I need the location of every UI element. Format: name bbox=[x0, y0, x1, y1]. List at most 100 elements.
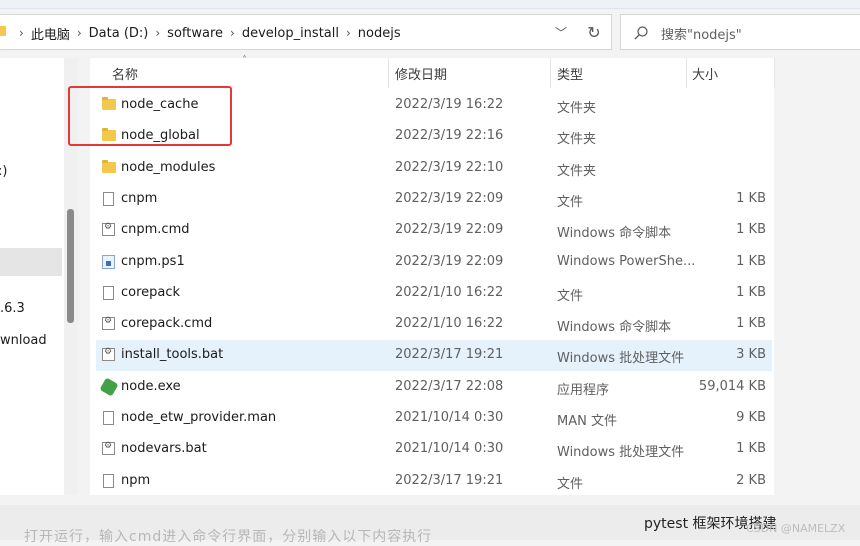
breadcrumb-develop-install[interactable]: develop_install bbox=[242, 26, 339, 41]
folder-icon bbox=[102, 97, 116, 110]
file-type: 文件 bbox=[557, 476, 584, 492]
folder-icon bbox=[102, 159, 116, 173]
file-icon bbox=[103, 411, 114, 425]
nav-item-selected[interactable] bbox=[0, 248, 62, 276]
chevron-right-icon: › bbox=[155, 26, 161, 40]
file-modified-date: 2022/3/19 22:09 bbox=[395, 222, 504, 238]
file-modified-date: 2021/10/14 0:30 bbox=[395, 441, 504, 457]
column-divider[interactable] bbox=[550, 58, 551, 88]
column-header-size[interactable]: 大小 bbox=[692, 58, 762, 88]
file-row[interactable]: node_modules 2022/3/19 22:10 文件夹 bbox=[96, 153, 772, 184]
column-header-type[interactable]: 类型 bbox=[557, 58, 677, 88]
watermark: CSDN @NAMELZX bbox=[746, 522, 846, 535]
file-type: 文件夹 bbox=[557, 132, 597, 148]
column-header-name[interactable]: 名称 bbox=[112, 58, 382, 88]
file-type: 应用程序 bbox=[557, 382, 610, 398]
file-name: cnpm.cmd bbox=[121, 222, 190, 238]
batch-file-icon bbox=[102, 441, 115, 456]
file-type: MAN 文件 bbox=[557, 414, 617, 429]
search-box[interactable]: 搜索"nodejs" bbox=[620, 14, 860, 50]
column-header-modified-label: 修改日期 bbox=[395, 67, 448, 83]
file-name: cnpm.ps1 bbox=[121, 253, 185, 269]
window-top-strip bbox=[0, 0, 860, 9]
chevron-down-icon: ﹀ bbox=[554, 25, 567, 40]
nav-scrollbar-thumb[interactable] bbox=[67, 209, 74, 323]
file-size: 9 KB bbox=[736, 410, 766, 425]
file-size: 1 KB bbox=[736, 441, 766, 457]
file-size: 1 KB bbox=[736, 316, 766, 332]
file-name: node_cache bbox=[121, 97, 199, 112]
file-type: 文件 bbox=[557, 288, 584, 304]
column-header-type-label: 类型 bbox=[557, 67, 584, 83]
file-row[interactable]: install_tools.bat 2022/3/17 19:21 Windows … bbox=[96, 340, 772, 372]
file-row[interactable]: nodevars.bat 2021/10/14 0:30 Windows 批处理文件… bbox=[96, 434, 772, 465]
nav-item-version[interactable]: .6.3 bbox=[0, 301, 25, 316]
file-name: node_etw_provider.man bbox=[121, 410, 277, 425]
file-type: 文件 bbox=[557, 194, 584, 210]
file-type: 文件夹 bbox=[557, 101, 597, 116]
file-size: 2 KB bbox=[736, 472, 766, 488]
file-size: 1 KB bbox=[736, 253, 766, 269]
file-type: 文件夹 bbox=[557, 163, 597, 179]
file-name: corepack.cmd bbox=[121, 316, 213, 332]
address-history-dropdown[interactable]: ﹀ bbox=[552, 23, 570, 41]
file-icon bbox=[103, 191, 114, 206]
file-row[interactable]: corepack 2022/1/10 16:22 文件 1 KB bbox=[96, 278, 772, 309]
file-name: node_global bbox=[121, 128, 200, 144]
file-modified-date: 2022/3/19 22:10 bbox=[395, 159, 504, 175]
file-type: Windows 批处理文件 bbox=[557, 445, 685, 461]
file-name: node.exe bbox=[121, 378, 181, 394]
chevron-right-icon: › bbox=[19, 26, 24, 40]
file-type: Windows 命令脚本 bbox=[557, 320, 672, 336]
column-divider[interactable] bbox=[774, 58, 775, 88]
cmd-script-icon bbox=[102, 222, 115, 237]
nav-item-download[interactable]: wnload bbox=[0, 333, 47, 348]
file-size: 1 KB bbox=[736, 284, 766, 300]
breadcrumb-software[interactable]: software bbox=[167, 26, 223, 41]
column-header-modified[interactable]: 修改日期 bbox=[395, 58, 545, 88]
powershell-script-icon bbox=[102, 254, 115, 269]
file-size: 1 KB bbox=[736, 222, 766, 238]
file-name: nodevars.bat bbox=[121, 441, 207, 457]
nav-item-drive[interactable]: :) bbox=[0, 164, 7, 179]
search-input[interactable]: 搜索"nodejs" bbox=[661, 24, 742, 43]
nodejs-exe-icon bbox=[99, 377, 119, 397]
file-row[interactable]: node_etw_provider.man 2021/10/14 0:30 MAN … bbox=[96, 403, 772, 434]
file-name: install_tools.bat bbox=[121, 347, 224, 363]
search-icon bbox=[634, 26, 648, 40]
file-row[interactable]: cnpm.cmd 2022/3/19 22:09 Windows 命令脚本 1 KB bbox=[96, 215, 772, 246]
file-row[interactable]: npm 2022/3/17 19:21 文件 2 KB bbox=[96, 466, 772, 497]
file-modified-date: 2022/1/10 16:22 bbox=[395, 284, 504, 300]
address-bar[interactable]: › 此电脑 › Data (D:) › software › develop_i… bbox=[0, 14, 612, 50]
refresh-button[interactable]: ↻ bbox=[584, 23, 604, 42]
folder-icon bbox=[102, 128, 116, 142]
file-name: corepack bbox=[121, 284, 181, 300]
breadcrumb-data-drive[interactable]: Data (D:) bbox=[89, 26, 149, 41]
blurred-article-text: 打开运行，输入cmd进入命令行界面，分别输入以下内容执行 bbox=[24, 529, 433, 545]
file-modified-date: 2022/3/17 19:21 bbox=[395, 472, 504, 488]
file-row[interactable]: node.exe 2022/3/17 22:08 应用程序 59,014 KB bbox=[96, 372, 772, 403]
file-row[interactable]: cnpm.ps1 2022/3/19 22:09 Windows PowerShe.… bbox=[96, 247, 772, 278]
breadcrumb-nodejs[interactable]: nodejs bbox=[358, 26, 401, 41]
file-modified-date: 2022/3/19 22:09 bbox=[395, 253, 504, 269]
chevron-right-icon: › bbox=[345, 26, 351, 40]
file-row[interactable]: cnpm 2022/3/19 22:09 文件 1 KB bbox=[96, 184, 772, 215]
breadcrumb-this-pc[interactable]: 此电脑 bbox=[31, 24, 70, 43]
window-bottom-edge bbox=[0, 495, 860, 505]
file-row[interactable]: node_global 2022/3/19 22:16 文件夹 bbox=[96, 121, 772, 152]
file-modified-date: 2022/1/10 16:22 bbox=[395, 316, 504, 332]
file-modified-date: 2022/3/19 16:22 bbox=[395, 97, 504, 112]
file-type: Windows 批处理文件 bbox=[557, 351, 685, 367]
file-modified-date: 2022/3/19 22:09 bbox=[395, 190, 504, 206]
file-row[interactable]: node_cache 2022/3/19 16:22 文件夹 bbox=[96, 90, 772, 121]
file-list: ˄ 名称 修改日期 类型 大小 node_cache 2022/3/19 16:2… bbox=[90, 55, 775, 497]
column-divider[interactable] bbox=[686, 58, 687, 88]
file-icon bbox=[103, 285, 114, 300]
column-divider[interactable] bbox=[388, 58, 389, 88]
batch-file-icon bbox=[102, 347, 115, 362]
file-modified-date: 2022/3/17 22:08 bbox=[395, 378, 504, 394]
file-size: 59,014 KB bbox=[698, 378, 766, 394]
column-header-name-label: 名称 bbox=[112, 67, 139, 83]
chevron-right-icon: › bbox=[76, 26, 82, 40]
file-row[interactable]: corepack.cmd 2022/1/10 16:22 Windows 命令脚本 1… bbox=[96, 309, 772, 340]
